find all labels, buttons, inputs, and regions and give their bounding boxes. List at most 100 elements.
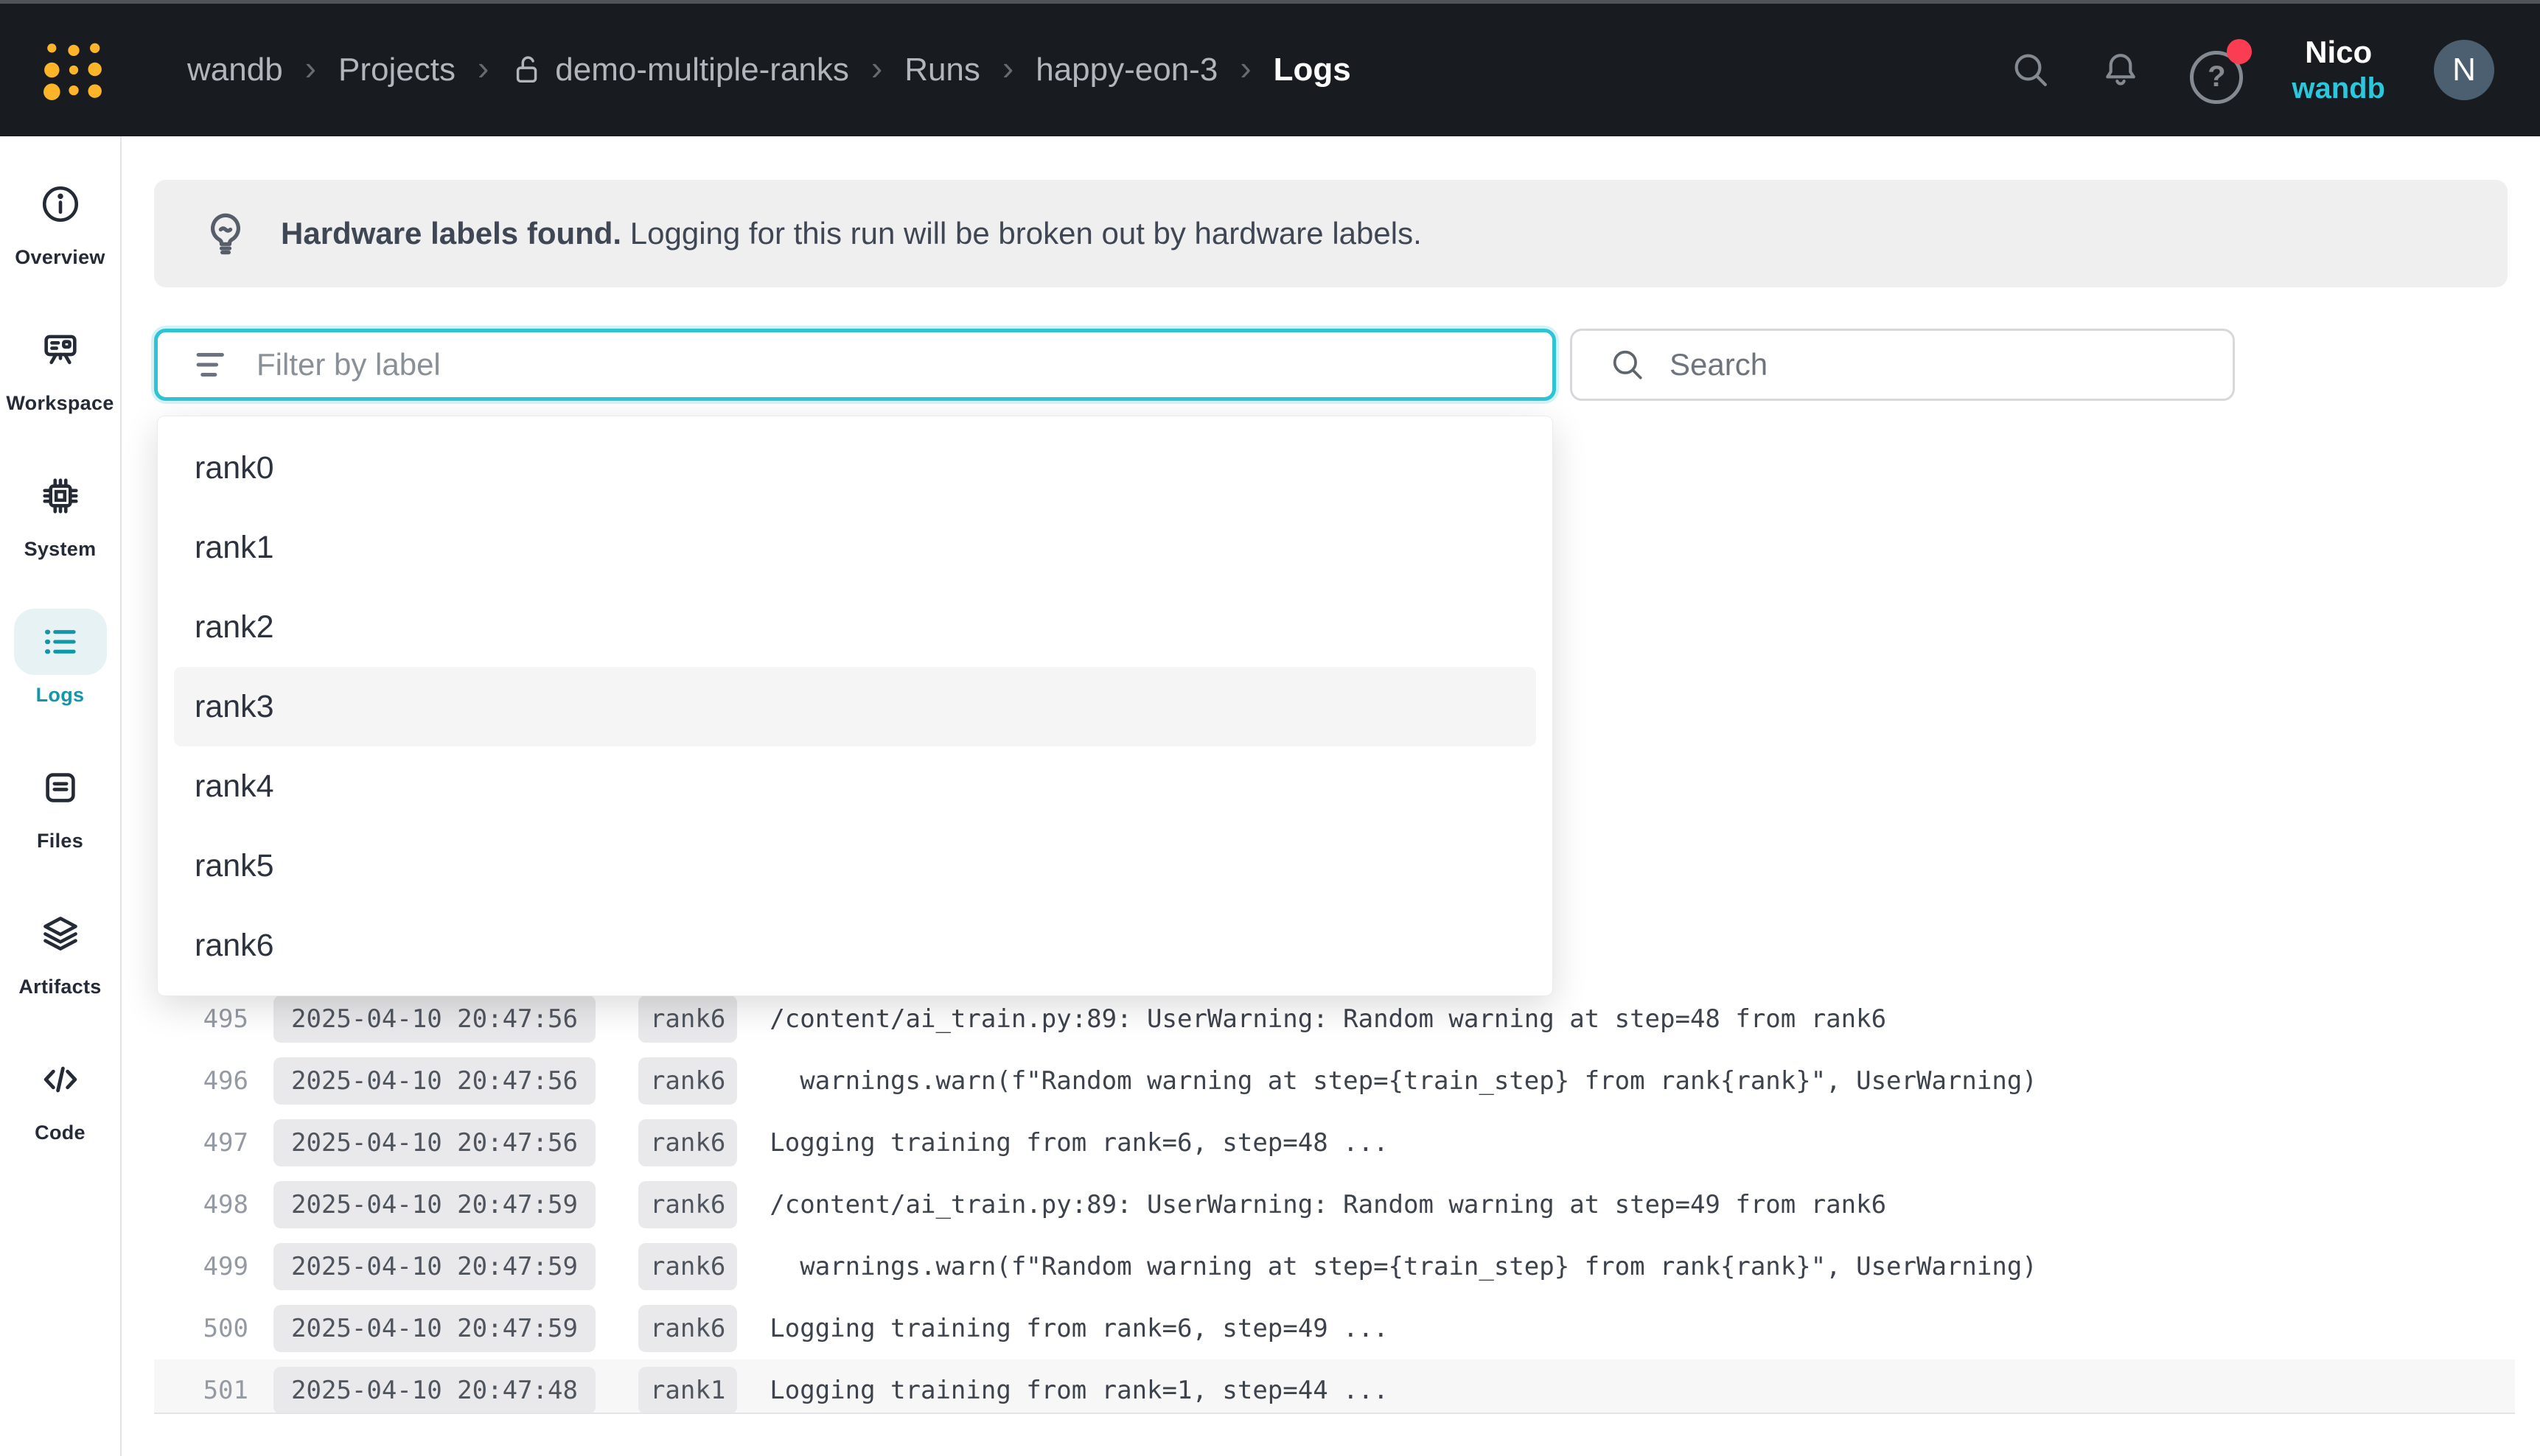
log-timestamp-badge: 2025-04-10 20:47:59 (273, 1181, 596, 1228)
log-rank-badge: rank6 (638, 1181, 737, 1228)
sidebar-item-label: Overview (15, 246, 105, 269)
run-sidebar: Overview Workspace System (0, 136, 122, 1456)
log-search-input[interactable] (1668, 346, 2211, 383)
log-line-number: 497 (154, 1128, 248, 1158)
dropdown-option-label: rank5 (195, 848, 274, 884)
log-message: Logging training from rank=6, step=48 ..… (770, 1128, 1388, 1158)
log-line-number: 498 (154, 1190, 248, 1219)
avatar[interactable]: N (2434, 40, 2494, 100)
sidebar-item-logs[interactable]: Logs (0, 584, 120, 730)
dropdown-option-label: rank1 (195, 530, 274, 566)
cpu-chip-icon (14, 463, 107, 529)
breadcrumb-projects[interactable]: Projects (338, 52, 456, 88)
log-row[interactable]: 499 2025-04-10 20:47:59 rank6 warnings.w… (154, 1236, 2515, 1298)
sidebar-item-artifacts[interactable]: Artifacts (0, 876, 120, 1022)
sidebar-item-label: Logs (36, 684, 85, 707)
log-message: Logging training from rank=6, step=49 ..… (770, 1314, 1388, 1343)
sidebar-item-files[interactable]: Files (0, 730, 120, 876)
lightbulb-icon (201, 209, 250, 258)
dropdown-option[interactable]: rank1 (174, 508, 1536, 587)
log-rank-badge: rank6 (638, 1243, 737, 1290)
log-row[interactable]: 495 2025-04-10 20:47:56 rank6 /content/a… (154, 988, 2515, 1050)
log-search-box (1570, 329, 2235, 401)
user-name: Nico (2292, 34, 2385, 71)
log-row[interactable]: 496 2025-04-10 20:47:56 rank6 warnings.w… (154, 1050, 2515, 1112)
breadcrumb-project-name[interactable]: demo-multiple-ranks (555, 52, 849, 88)
document-icon (14, 755, 107, 821)
filter-by-label-input[interactable] (255, 346, 1530, 383)
layers-icon (14, 900, 107, 967)
search-icon[interactable] (2010, 49, 2051, 91)
hardware-labels-banner: Hardware labels found. Logging for this … (154, 180, 2508, 287)
wandb-logo-icon[interactable] (41, 38, 105, 102)
dropdown-option[interactable]: rank5 (174, 826, 1536, 906)
workspace-board-icon (14, 317, 107, 383)
code-icon (14, 1046, 107, 1113)
chevron-right-icon: › (1240, 48, 1251, 88)
sidebar-item-label: Workspace (6, 392, 114, 415)
log-viewer[interactable]: 495 2025-04-10 20:47:56 rank6 /content/a… (154, 988, 2515, 1414)
sidebar-item-system[interactable]: System (0, 438, 120, 584)
sidebar-item-label: Artifacts (18, 976, 101, 998)
search-icon (1609, 346, 1646, 383)
log-message: /content/ai_train.py:89: UserWarning: Ra… (770, 1004, 1886, 1034)
log-line-number: 501 (154, 1376, 248, 1405)
banner-title: Hardware labels found. (281, 216, 621, 251)
sidebar-item-code[interactable]: Code (0, 1022, 120, 1168)
filter-by-label-box (154, 329, 1556, 401)
log-timestamp-badge: 2025-04-10 20:47:48 (273, 1367, 596, 1414)
list-icon (14, 609, 107, 675)
log-message: warnings.warn(f"Random warning at step={… (770, 1252, 2037, 1281)
breadcrumb-entity[interactable]: wandb (187, 52, 283, 88)
log-timestamp-badge: 2025-04-10 20:47:56 (273, 1057, 596, 1105)
log-row[interactable]: 501 2025-04-10 20:47:48 rank1 Logging tr… (154, 1359, 2515, 1414)
info-circle-icon (14, 171, 107, 237)
user-menu[interactable]: Nico wandb (2292, 34, 2385, 106)
log-timestamp-badge: 2025-04-10 20:47:56 (273, 1119, 596, 1166)
sidebar-item-workspace[interactable]: Workspace (0, 293, 120, 438)
banner-message: Logging for this run will be broken out … (621, 216, 1422, 251)
log-line-number: 495 (154, 1004, 248, 1034)
sidebar-item-label: Code (35, 1121, 86, 1144)
log-row[interactable]: 498 2025-04-10 20:47:59 rank6 /content/a… (154, 1174, 2515, 1236)
log-timestamp-badge: 2025-04-10 20:47:59 (273, 1305, 596, 1352)
chevron-right-icon: › (305, 48, 316, 88)
dropdown-option-label: rank3 (195, 689, 274, 725)
top-navbar: wandb › Projects › demo-multiple-ranks ›… (0, 4, 2540, 136)
dropdown-option-label: rank0 (195, 450, 274, 486)
log-message: warnings.warn(f"Random warning at step={… (770, 1066, 2037, 1096)
chevron-right-icon: › (871, 48, 882, 88)
log-row[interactable]: 500 2025-04-10 20:47:59 rank6 Logging tr… (154, 1298, 2515, 1359)
dropdown-option[interactable]: rank3 (174, 667, 1536, 746)
chevron-right-icon: › (1002, 48, 1013, 88)
log-rank-badge: rank6 (638, 1305, 737, 1352)
breadcrumb-run-name[interactable]: happy-eon-3 (1036, 52, 1218, 88)
log-row[interactable]: 497 2025-04-10 20:47:56 rank6 Logging tr… (154, 1112, 2515, 1174)
log-message: /content/ai_train.py:89: UserWarning: Ra… (770, 1190, 1886, 1219)
log-line-number: 500 (154, 1314, 248, 1343)
log-timestamp-badge: 2025-04-10 20:47:56 (273, 995, 596, 1043)
navbar-actions: ? Nico wandb N (2010, 34, 2494, 106)
banner-text: Hardware labels found. Logging for this … (281, 216, 1422, 251)
log-line-number: 499 (154, 1252, 248, 1281)
notification-dot (2227, 39, 2252, 64)
dropdown-option[interactable]: rank0 (174, 428, 1536, 508)
breadcrumb: wandb › Projects › demo-multiple-ranks ›… (187, 50, 1351, 90)
log-timestamp-badge: 2025-04-10 20:47:59 (273, 1243, 596, 1290)
log-message: Logging training from rank=1, step=44 ..… (770, 1376, 1388, 1405)
breadcrumb-runs[interactable]: Runs (904, 52, 980, 88)
breadcrumb-logs-current: Logs (1274, 52, 1351, 88)
dropdown-option[interactable]: rank4 (174, 746, 1536, 826)
dropdown-option[interactable]: rank6 (174, 906, 1536, 985)
dropdown-option[interactable]: rank2 (174, 587, 1536, 667)
bell-icon[interactable] (2100, 49, 2141, 91)
user-team: wandb (2292, 71, 2385, 106)
help-button[interactable]: ? (2190, 43, 2243, 97)
sidebar-item-overview[interactable]: Overview (0, 147, 120, 293)
dropdown-option-label: rank4 (195, 769, 274, 805)
dropdown-option-label: rank2 (195, 609, 274, 645)
log-rank-badge: rank6 (638, 1119, 737, 1166)
chevron-right-icon: › (478, 48, 489, 88)
label-filter-dropdown: rank0 rank1 rank2 rank3 rank4 rank5 rank… (157, 416, 1553, 996)
filter-lines-icon (190, 345, 230, 385)
